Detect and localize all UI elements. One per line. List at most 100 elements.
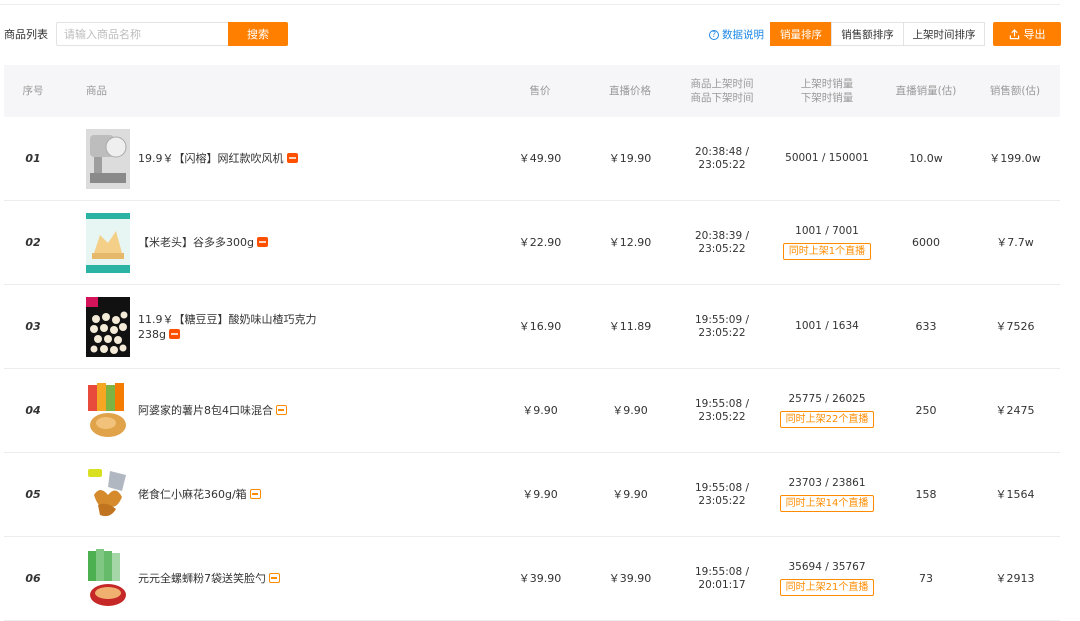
product-name-wrap: 11.9￥【糖豆豆】酸奶味山楂巧克力238g	[138, 312, 338, 342]
product-name: 阿婆家的薯片8包4口味混合	[138, 404, 273, 417]
export-button[interactable]: 导出	[993, 22, 1061, 46]
search-input[interactable]	[56, 22, 228, 46]
tmall-icon	[168, 328, 180, 339]
row-time-down: 20:01:17	[698, 578, 746, 591]
header-index: 序号	[22, 85, 44, 97]
header-sales-down: 下架时销量	[800, 92, 854, 104]
product-name-wrap: 佬食仁小麻花360g/箱	[138, 487, 338, 502]
row-time: 20:38:39 / 23:05:22	[672, 201, 772, 284]
row-index: 05	[25, 488, 41, 501]
product-thumbnail	[86, 548, 130, 609]
row-time-down: 23:05:22	[698, 158, 746, 171]
row-live-price: ￥19.90	[608, 152, 652, 165]
product-name: 11.9￥【糖豆豆】酸奶味山楂巧克力238g	[138, 312, 317, 341]
row-price: ￥22.90	[518, 236, 562, 249]
data-help-link[interactable]: ? 数据说明	[709, 27, 764, 42]
sort-group: 销量排序 销售额排序 上架时间排序	[770, 22, 985, 46]
sort-by-revenue-button[interactable]: 销售额排序	[831, 22, 904, 46]
table-row[interactable]: 03 11.9￥【糖豆豆】酸奶味山楂巧克力238g ￥16.90 ￥11.89 …	[4, 285, 1060, 369]
row-product[interactable]: 元元全螺蛳粉7袋送笑脸勺	[86, 537, 386, 620]
tmall-icon	[256, 237, 268, 247]
row-revenue: ￥199.0w	[989, 152, 1041, 165]
sort-by-time-button[interactable]: 上架时间排序	[903, 22, 985, 46]
row-live-sales: 73	[919, 572, 933, 585]
taobao-icon	[249, 489, 261, 499]
row-product[interactable]: 【米老头】谷多多300g	[86, 201, 386, 284]
row-live-sales: 10.0w	[909, 152, 943, 165]
product-thumbnail	[86, 380, 130, 441]
row-time-up: 19:55:09 /	[694, 313, 750, 326]
tmall-icon	[286, 153, 298, 163]
table-row[interactable]: 04 阿婆家的薯片8包4口味混合 ￥9.90 ￥9.90 19:55:08 / …	[4, 369, 1060, 453]
product-name-wrap: 19.9￥【闪榕】网红款吹风机	[138, 151, 338, 166]
header-price: 售价	[529, 85, 551, 97]
row-product[interactable]: 11.9￥【糖豆豆】酸奶味山楂巧克力238g	[86, 285, 386, 368]
row-revenue: ￥1564	[995, 488, 1035, 501]
export-label: 导出	[1023, 28, 1046, 41]
row-sales: 25775 / 26025 同时上架22个直播	[772, 369, 882, 452]
row-time-down: 23:05:22	[698, 410, 746, 423]
question-icon: ?	[709, 29, 719, 40]
row-sales-value: 1001 / 1634	[795, 320, 859, 332]
row-sales-value: 35694 / 35767	[788, 561, 866, 573]
header-sales: 上架时销量 下架时销量	[772, 65, 882, 117]
live-count-badge[interactable]: 同时上架1个直播	[782, 243, 872, 260]
row-sales: 50001 / 150001	[772, 117, 882, 200]
row-live-price: ￥11.89	[608, 320, 652, 333]
table-row[interactable]: 01 19.9￥【闪榕】网红款吹风机 ￥49.90 ￥19.90 20:38:4…	[4, 117, 1060, 201]
row-sales-value: 23703 / 23861	[788, 477, 866, 489]
data-help-label: 数据说明	[722, 29, 764, 41]
row-sales-value: 1001 / 7001	[795, 225, 859, 237]
row-live-sales: 250	[915, 404, 937, 417]
row-sales: 1001 / 1634	[772, 285, 882, 368]
product-name-wrap: 【米老头】谷多多300g	[138, 235, 338, 250]
row-index: 06	[25, 572, 41, 585]
live-count-badge[interactable]: 同时上架22个直播	[779, 411, 875, 428]
row-index: 02	[25, 236, 41, 249]
product-thumbnail	[86, 212, 130, 273]
sort-by-sales-button[interactable]: 销量排序	[770, 22, 832, 46]
row-price: ￥39.90	[518, 572, 562, 585]
row-live-price: ￥9.90	[612, 488, 648, 501]
row-price: ￥9.90	[522, 488, 558, 501]
table-row[interactable]: 05 佬食仁小麻花360g/箱 ￥9.90 ￥9.90 19:55:08 / 2…	[4, 453, 1060, 537]
row-revenue: ￥7.7w	[996, 236, 1034, 249]
product-name: 【米老头】谷多多300g	[138, 236, 254, 249]
header-time-down: 商品下架时间	[690, 92, 754, 104]
product-thumbnail	[86, 296, 130, 357]
row-revenue: ￥7526	[995, 320, 1035, 333]
row-time: 19:55:08 / 23:05:22	[672, 453, 772, 536]
row-price: ￥49.90	[518, 152, 562, 165]
live-count-badge[interactable]: 同时上架14个直播	[779, 495, 875, 512]
live-count-badge[interactable]: 同时上架21个直播	[779, 579, 875, 596]
row-revenue: ￥2913	[995, 572, 1035, 585]
row-time: 19:55:08 / 23:05:22	[672, 369, 772, 452]
row-time-up: 19:55:08 /	[694, 397, 750, 410]
product-thumbnail	[86, 464, 130, 525]
row-time-up: 20:38:48 /	[694, 145, 750, 158]
row-live-price: ￥39.90	[608, 572, 652, 585]
row-price: ￥16.90	[518, 320, 562, 333]
export-icon	[1009, 28, 1019, 39]
row-product[interactable]: 阿婆家的薯片8包4口味混合	[86, 369, 386, 452]
header-product: 商品	[86, 85, 107, 97]
row-live-sales: 633	[915, 320, 937, 333]
row-time-down: 23:05:22	[698, 242, 746, 255]
row-revenue: ￥2475	[995, 404, 1035, 417]
row-time-down: 23:05:22	[698, 326, 746, 339]
header-time-up: 商品上架时间	[690, 78, 754, 90]
row-product[interactable]: 19.9￥【闪榕】网红款吹风机	[86, 117, 386, 200]
product-name: 元元全螺蛳粉7袋送笑脸勺	[138, 572, 266, 585]
table-row[interactable]: 06 元元全螺蛳粉7袋送笑脸勺 ￥39.90 ￥39.90 19:55:08 /…	[4, 537, 1060, 621]
row-time-down: 23:05:22	[698, 494, 746, 507]
product-thumbnail	[86, 128, 130, 189]
toolbar: 商品列表 搜索 ? 数据说明 销量排序 销售额排序 上架时间排序 导出	[0, 22, 1062, 46]
row-sales-value: 50001 / 150001	[785, 152, 869, 164]
table-row[interactable]: 02 【米老头】谷多多300g ￥22.90 ￥12.90 20:38:39 /…	[4, 201, 1060, 285]
header-live-price: 直播价格	[609, 85, 651, 97]
header-live-sales: 直播销量(估)	[895, 85, 957, 97]
product-name-wrap: 阿婆家的薯片8包4口味混合	[138, 403, 338, 418]
search-button[interactable]: 搜索	[228, 22, 288, 46]
row-product[interactable]: 佬食仁小麻花360g/箱	[86, 453, 386, 536]
row-time: 19:55:09 / 23:05:22	[672, 285, 772, 368]
